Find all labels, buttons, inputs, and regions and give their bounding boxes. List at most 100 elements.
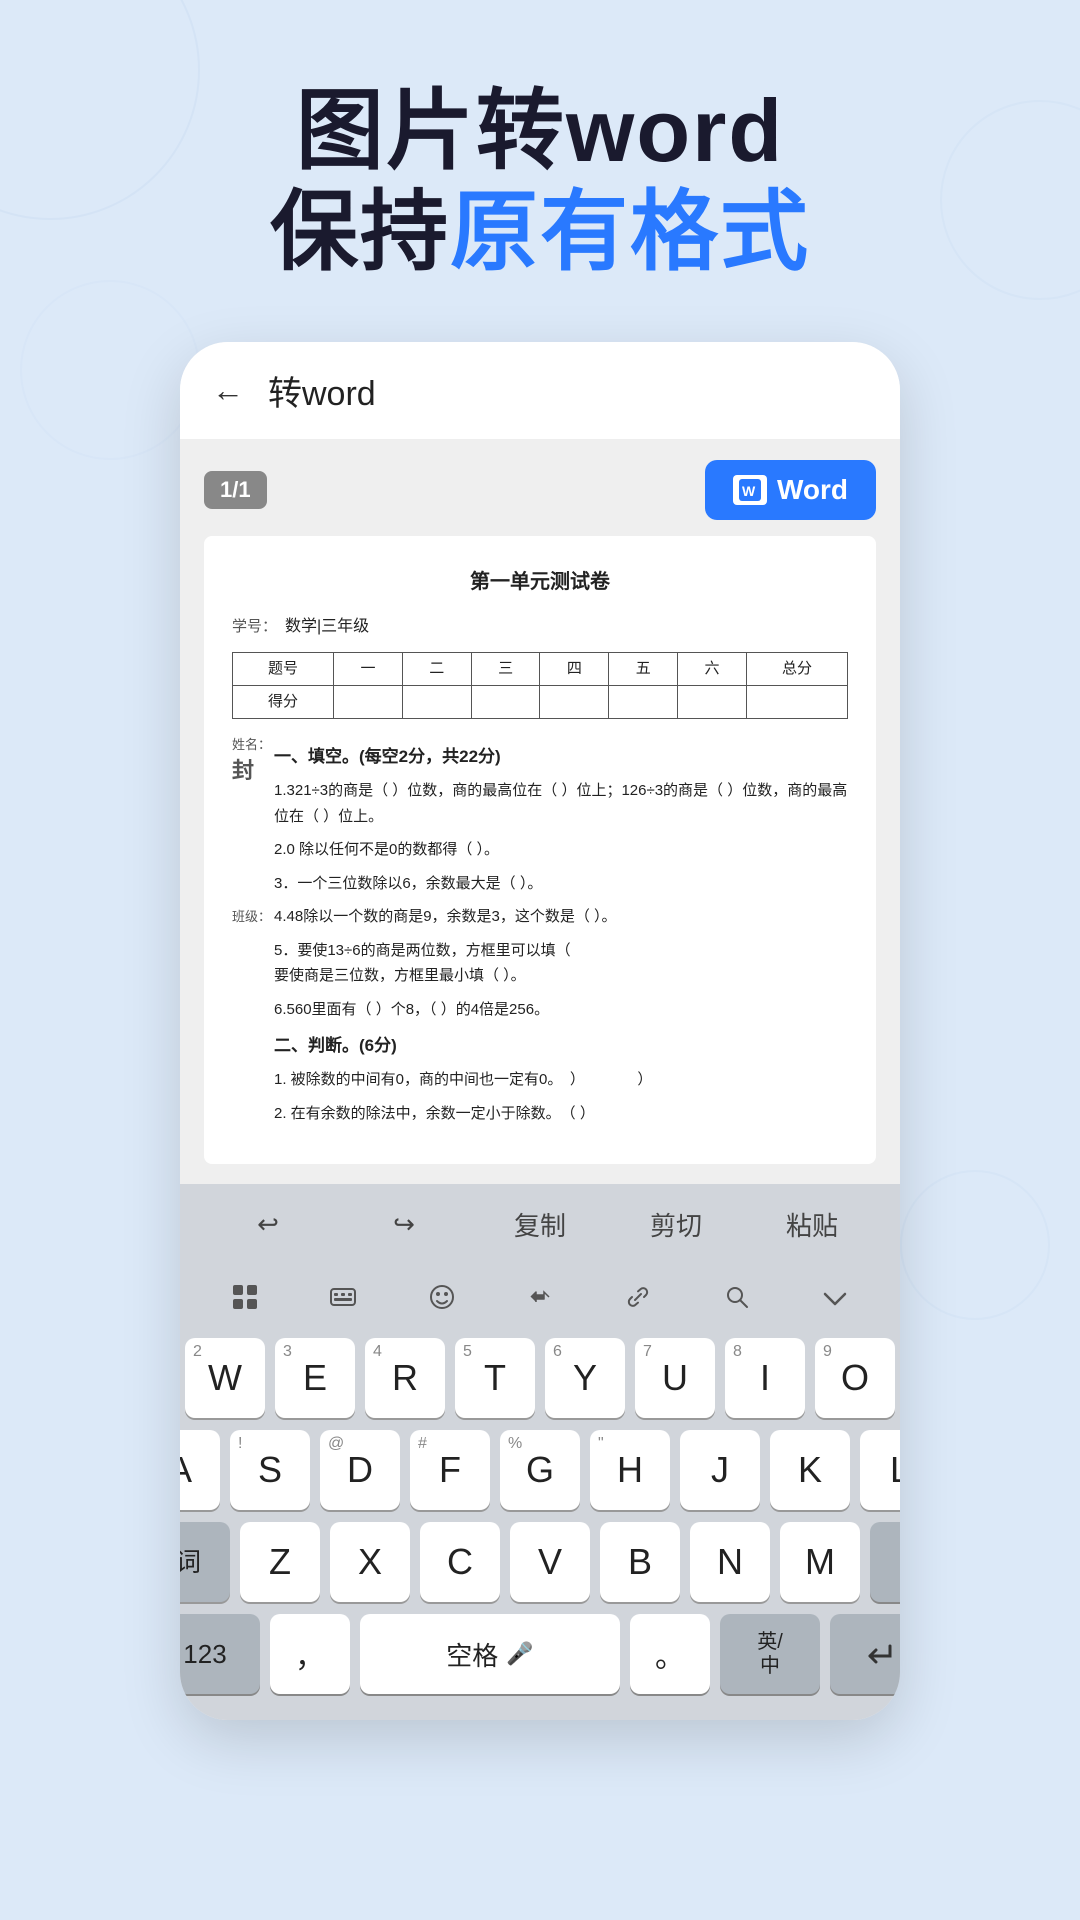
kb-func-link[interactable] xyxy=(589,1275,687,1326)
key-space[interactable]: 空格 🎤 xyxy=(360,1614,620,1694)
key-b[interactable]: B xyxy=(600,1522,680,1602)
key-i[interactable]: 8I xyxy=(725,1338,805,1418)
key-r[interactable]: 4R xyxy=(365,1338,445,1418)
back-button[interactable]: ← xyxy=(212,372,244,409)
key-u[interactable]: 7U xyxy=(635,1338,715,1418)
doc-viewer: 1/1 W Word 第一单元测试卷 学号： 数学|三年级 xyxy=(180,440,900,1184)
table-cell xyxy=(471,685,540,718)
table-cell xyxy=(334,685,403,718)
key-h[interactable]: "H xyxy=(590,1430,670,1510)
mic-icon: 🎤 xyxy=(506,1641,533,1667)
key-t[interactable]: 5T xyxy=(455,1338,535,1418)
doc-content: 第一单元测试卷 学号： 数学|三年级 题号 一 二 三 四 五 六 总分 xyxy=(204,536,876,1164)
key-x[interactable]: X xyxy=(330,1522,410,1602)
judgment-1: 1. 被除数的中间有0，商的中间也一定有0。 ） ） xyxy=(274,1067,848,1093)
key-o[interactable]: 9O xyxy=(815,1338,895,1418)
question-6: 6.560里面有（ ）个8，（ ）的4倍是256。 xyxy=(274,997,848,1023)
app-title: 转word xyxy=(268,366,376,415)
doc-info-value: 数学|三年级 xyxy=(285,614,369,640)
table-cell xyxy=(402,685,471,718)
question-2: 2.0 除以任何不是0的数都得（ ）。 xyxy=(274,837,848,863)
space-label: 空格 xyxy=(446,1636,498,1673)
undo-button[interactable]: ↩ xyxy=(200,1201,336,1248)
table-cell xyxy=(746,685,847,718)
table-cell: 得分 xyxy=(233,685,334,718)
key-z[interactable]: Z xyxy=(240,1522,320,1602)
kb-func-emoji[interactable] xyxy=(393,1275,491,1326)
app-header: ← 转word xyxy=(180,342,900,440)
hero-title-line1: 图片转word xyxy=(60,80,1020,181)
key-s[interactable]: !S xyxy=(230,1430,310,1510)
doc-questions: 一、填空。(每空2分，共22分) 1.321÷3的商是（ ）位数，商的最高位在（… xyxy=(274,733,848,1134)
key-m[interactable]: M xyxy=(780,1522,860,1602)
doc-info-row: 学号： 数学|三年级 xyxy=(232,614,848,640)
question-5: 5．要使13÷6的商是两位数，方框里可以填（要使商是三位数，方框里最小填（ ）。 xyxy=(274,938,848,989)
keyboard-bottom-row: 123 ， 空格 🎤 。 英/中 xyxy=(180,1608,900,1700)
keyboard-row-zxcv: 分词 Z X C V B N M xyxy=(180,1516,900,1608)
key-a[interactable]: ˉA xyxy=(180,1430,220,1510)
cut-button[interactable]: 剪切 xyxy=(608,1198,744,1251)
phone-mockup: ← 转word 1/1 W Word 第一单元测试卷 学号： 数学|三年级 xyxy=(180,342,900,1720)
table-cell: 总分 xyxy=(746,652,847,685)
key-d[interactable]: @D xyxy=(320,1430,400,1510)
delete-key[interactable] xyxy=(870,1522,900,1602)
hero-section: 图片转word 保持原有格式 xyxy=(0,0,1080,322)
table-cell xyxy=(540,685,609,718)
doc-info-label: 学号： xyxy=(232,615,277,639)
doc-toolbar: 1/1 W Word xyxy=(204,460,876,520)
key-w[interactable]: 2W xyxy=(185,1338,265,1418)
table-cell: 一 xyxy=(334,652,403,685)
doc-body: 姓名：封 班级： 一、填空。(每空2分，共22分) 1.321÷3的商是（ ）位… xyxy=(232,733,848,1134)
key-n[interactable]: N xyxy=(690,1522,770,1602)
table-row-score: 得分 xyxy=(233,685,848,718)
key-j[interactable]: J xyxy=(680,1430,760,1510)
key-l[interactable]: L xyxy=(860,1430,900,1510)
table-cell: 六 xyxy=(678,652,747,685)
label-class: 班级： xyxy=(232,907,274,927)
key-c[interactable]: C xyxy=(420,1522,500,1602)
question-3: 3．一个三位数除以6，余数最大是（ ）。 xyxy=(274,871,848,897)
table-cell: 三 xyxy=(471,652,540,685)
table-cell: 二 xyxy=(402,652,471,685)
key-k[interactable]: K xyxy=(770,1430,850,1510)
kb-func-search[interactable] xyxy=(687,1275,785,1326)
key-v[interactable]: V xyxy=(510,1522,590,1602)
hero-title-black: 保持 xyxy=(270,182,450,281)
judgment-2: 2. 在有余数的除法中，余数一定小于除数。 （ ） xyxy=(274,1101,848,1127)
section1-title: 一、填空。(每空2分，共22分) xyxy=(274,743,848,770)
word-export-button[interactable]: W Word xyxy=(705,460,876,520)
key-123[interactable]: 123 xyxy=(180,1614,260,1694)
key-lang[interactable]: 英/中 xyxy=(720,1614,820,1694)
key-g[interactable]: %G xyxy=(500,1430,580,1510)
kb-func-grid[interactable] xyxy=(196,1275,294,1326)
question-1: 1.321÷3的商是（ ）位数，商的最高位在（ ）位上；126÷3的商是（ ）位… xyxy=(274,778,848,829)
section2-title: 二、判断。(6分) xyxy=(274,1032,848,1059)
key-enter[interactable] xyxy=(830,1614,900,1694)
question-4: 4.48除以一个数的商是9，余数是3，这个数是（ ）。 xyxy=(274,904,848,930)
doc-side-labels: 姓名：封 班级： xyxy=(232,733,274,1134)
key-e[interactable]: 3E xyxy=(275,1338,355,1418)
kb-func-collapse[interactable] xyxy=(786,1277,884,1324)
kb-func-cursor[interactable] xyxy=(491,1275,589,1326)
paste-button[interactable]: 粘贴 xyxy=(744,1198,880,1251)
table-cell xyxy=(609,685,678,718)
page-badge: 1/1 xyxy=(204,471,267,509)
svg-text:W: W xyxy=(742,483,756,499)
key-segment[interactable]: 分词 xyxy=(180,1522,230,1602)
redo-button[interactable]: ↪ xyxy=(336,1201,472,1248)
doc-title: 第一单元测试卷 xyxy=(232,566,848,598)
label-name: 姓名：封 xyxy=(232,735,274,788)
hero-title-line2: 保持原有格式 xyxy=(60,181,1020,282)
table-cell: 四 xyxy=(540,652,609,685)
keyboard-row-asdf: ˉA !S @D #F %G "H J K L xyxy=(180,1424,900,1516)
key-comma[interactable]: ， xyxy=(270,1614,350,1694)
score-table: 题号 一 二 三 四 五 六 总分 得分 xyxy=(232,652,848,719)
kb-func-keyboard[interactable] xyxy=(294,1275,392,1326)
copy-button[interactable]: 复制 xyxy=(472,1198,608,1251)
word-icon: W xyxy=(733,475,767,505)
keyboard-row-qwerty: 1Q 2W 3E 4R 5T 6Y 7U 8I 9O 0P xyxy=(180,1332,900,1424)
word-button-label: Word xyxy=(777,474,848,506)
key-period[interactable]: 。 xyxy=(630,1614,710,1694)
key-y[interactable]: 6Y xyxy=(545,1338,625,1418)
key-f[interactable]: #F xyxy=(410,1430,490,1510)
